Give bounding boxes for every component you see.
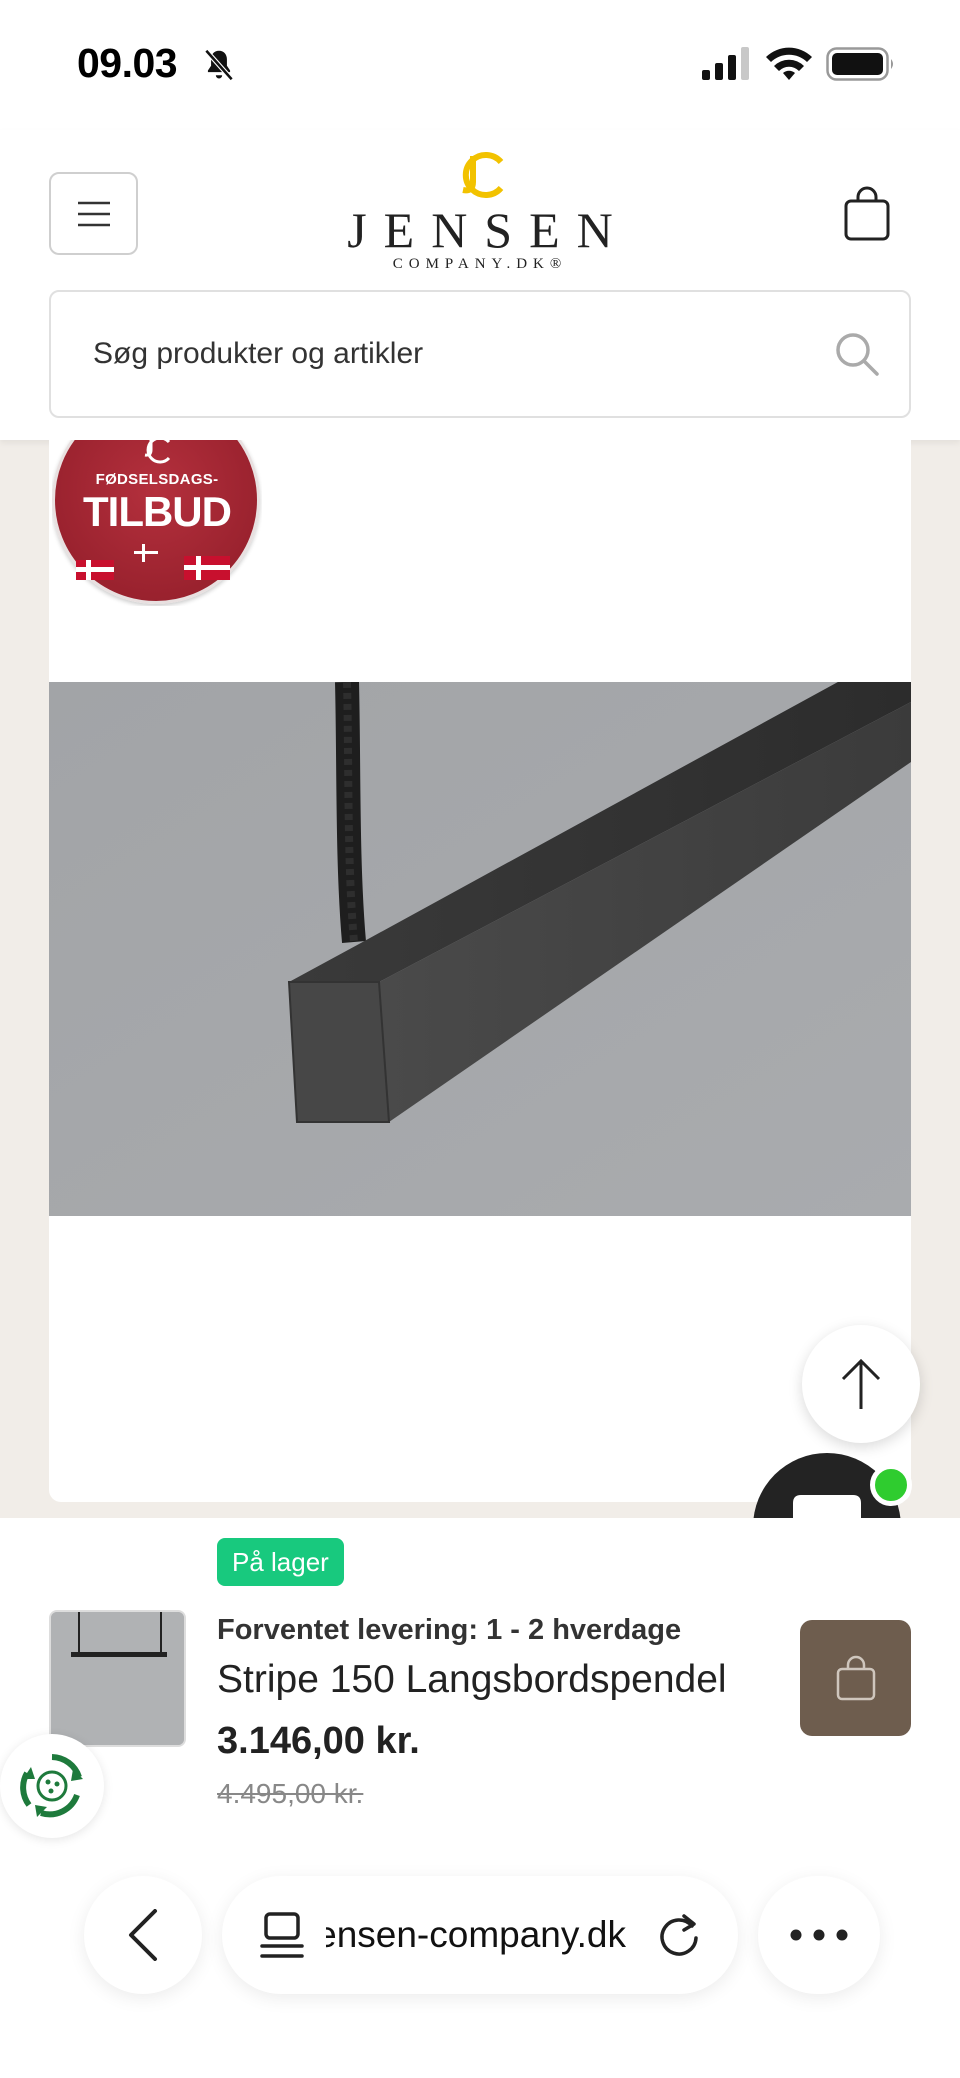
birthday-offer-badge: FØDSELSDAGS- TILBUD [52, 440, 262, 606]
brand-logo[interactable]: JENSEN COMPANY.DK® [300, 150, 660, 272]
search-input[interactable] [93, 292, 813, 416]
scroll-to-top-button[interactable] [802, 1325, 920, 1443]
product-image[interactable] [49, 682, 911, 1216]
address-bar[interactable]: jensen-company.dk [222, 1876, 738, 1994]
bell-muted-icon [204, 49, 234, 81]
arrow-up-icon [841, 1358, 881, 1409]
pendant-lamp-image [49, 682, 911, 1216]
site-header: JENSEN COMPANY.DK® [0, 130, 960, 440]
ellipsis-icon [790, 1929, 848, 1941]
reload-icon[interactable] [656, 1912, 702, 1958]
stock-badge: På lager [217, 1538, 344, 1586]
chevron-left-icon [129, 1909, 157, 1961]
logo-mark-icon [462, 152, 504, 198]
badge-logo-icon [144, 440, 171, 464]
menu-button[interactable] [49, 172, 138, 255]
battery-icon [826, 47, 893, 81]
thumbnail-lamp-image [51, 1612, 184, 1745]
add-to-cart-button[interactable] [800, 1620, 911, 1736]
signal-icon [702, 47, 749, 80]
search-box [49, 290, 911, 418]
product-price: 3.146,00 kr. [217, 1720, 420, 1762]
eco-widget-button[interactable] [0, 1734, 104, 1838]
back-button[interactable] [84, 1876, 202, 1994]
online-status-dot [870, 1464, 912, 1506]
shopping-bag-icon [836, 1655, 875, 1701]
badge-main-text: TILBUD [83, 488, 232, 535]
product-card: FØDSELSDAGS- TILBUD [49, 440, 911, 1502]
more-options-button[interactable] [758, 1876, 880, 1994]
product-name: Stripe 150 Langsbordspendel [217, 1658, 727, 1701]
search-icon[interactable] [833, 330, 881, 378]
status-bar: 09.03 [0, 0, 960, 130]
url-text: jensen-company.dk [326, 1914, 626, 1955]
browser-toolbar: jensen-company.dk [0, 1850, 960, 2078]
product-old-price: 4.495,00 kr. [217, 1778, 364, 1809]
delivery-estimate: Forventet levering: 1 - 2 hverdage [217, 1614, 682, 1646]
product-thumbnail[interactable] [49, 1610, 186, 1747]
badge-top-text: FØDSELSDAGS- [95, 471, 219, 488]
tabs-icon [260, 1912, 304, 1958]
hamburger-icon [77, 201, 110, 226]
status-time: 09.03 [77, 40, 178, 86]
recycle-leaf-icon [20, 1754, 83, 1818]
brand-name: JENSEN [347, 202, 630, 258]
wifi-icon [766, 47, 812, 80]
flag-decoration-icon [76, 544, 230, 580]
shopping-bag-icon[interactable] [838, 185, 896, 243]
